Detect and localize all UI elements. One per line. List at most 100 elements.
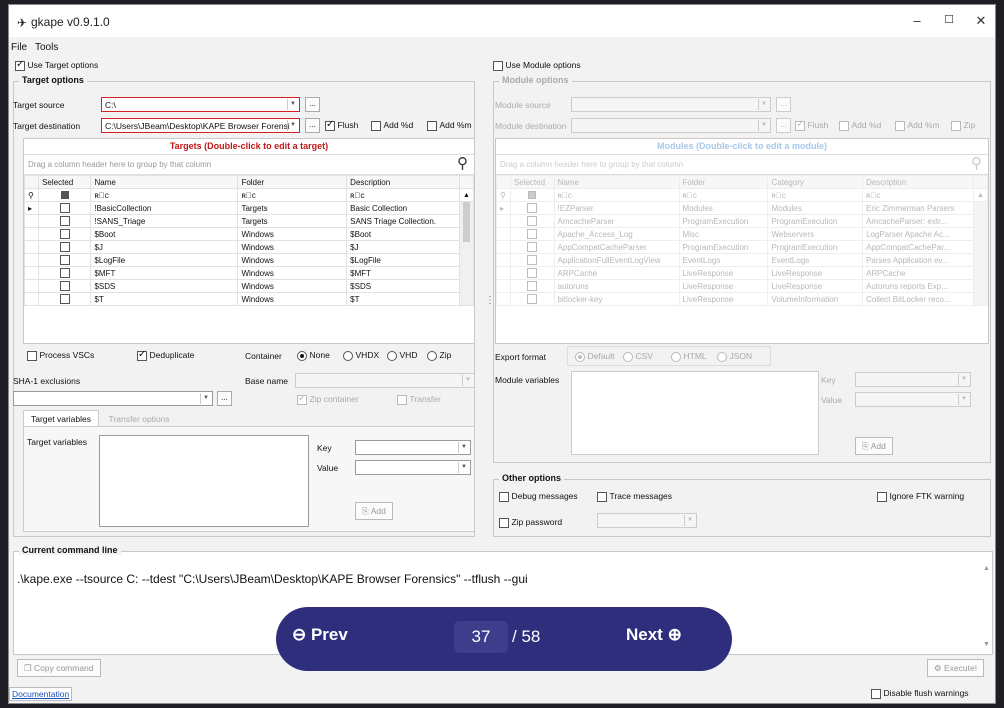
- module-flush-option[interactable]: Flush: [795, 119, 828, 131]
- column-header-selected[interactable]: Selected: [38, 175, 92, 189]
- export-csv-option[interactable]: CSV: [623, 351, 653, 362]
- prev-button[interactable]: ⊖ Prev: [292, 625, 348, 645]
- column-header-name[interactable]: Name: [553, 175, 680, 189]
- module-add-d-option[interactable]: Add %d: [839, 120, 881, 131]
- zip-container-option[interactable]: Zip container: [297, 393, 359, 405]
- table-row[interactable]: !SANS_Triage Targets SANS Triage Collectio…: [24, 214, 474, 228]
- menu-tools[interactable]: Tools: [35, 42, 58, 53]
- ignore-ftk-checkbox[interactable]: [877, 491, 887, 502]
- target-add-m-option[interactable]: Add %m: [427, 120, 472, 131]
- sha1-browse-button[interactable]: ...: [217, 391, 232, 406]
- chevron-down-icon[interactable]: ▼: [458, 462, 469, 473]
- table-row[interactable]: $J Windows $J: [24, 240, 474, 254]
- table-row[interactable]: ▸ !EZParser Modules Modules Eric Zimmerman P…: [496, 201, 988, 306]
- module-source-browse-button[interactable]: ...: [776, 97, 791, 112]
- trace-messages-option[interactable]: Trace messages: [597, 491, 672, 502]
- deduplicate-checkbox[interactable]: [137, 349, 147, 361]
- row-checkbox[interactable]: [527, 242, 538, 252]
- search-icon[interactable]: ⚲: [457, 154, 468, 174]
- next-button[interactable]: Next ⊕: [626, 625, 682, 645]
- filter-cell-name[interactable]: ʀ⃞c: [553, 188, 680, 202]
- minimize-button[interactable]: –: [905, 13, 929, 31]
- select-all-checkbox[interactable]: [60, 191, 69, 200]
- row-checkbox[interactable]: [527, 255, 538, 265]
- row-checkbox[interactable]: [59, 203, 70, 213]
- export-json-radio[interactable]: [717, 351, 727, 362]
- debug-messages-checkbox[interactable]: [499, 491, 509, 502]
- target-key-input[interactable]: ▼: [355, 440, 471, 455]
- disable-flush-warnings-checkbox[interactable]: [871, 688, 881, 699]
- table-row[interactable]: autoruns LiveResponse LiveResponse Autoruns…: [496, 279, 988, 293]
- container-vhdx-option[interactable]: VHDX: [343, 350, 379, 361]
- debug-messages-option[interactable]: Debug messages: [499, 491, 578, 502]
- copy-command-button[interactable]: ❐ Copy command: [17, 659, 101, 677]
- zip-password-input[interactable]: ▼: [597, 513, 697, 528]
- module-variables-list[interactable]: [571, 371, 819, 455]
- scroll-up-icon[interactable]: ▲: [458, 188, 474, 202]
- zip-container-checkbox[interactable]: [297, 393, 307, 405]
- module-flush-checkbox[interactable]: [795, 119, 805, 131]
- container-none-option[interactable]: None: [297, 350, 330, 361]
- tab-target-variables[interactable]: Target variables: [23, 410, 100, 427]
- module-destination-browse-button[interactable]: ...: [776, 118, 791, 133]
- process-vscs-option[interactable]: Process VSCs: [27, 350, 94, 361]
- tab-transfer-options[interactable]: Transfer options: [101, 411, 177, 427]
- filter-cell-folder[interactable]: ʀ⃞c: [678, 188, 769, 202]
- target-flush-option[interactable]: Flush: [325, 119, 358, 131]
- command-line-text[interactable]: .\kape.exe --tsource C: --tdest "C:\User…: [17, 572, 528, 586]
- table-row[interactable]: AppCompatCacheParser ProgramExecution Prog…: [496, 240, 988, 254]
- table-row[interactable]: $MFT Windows $MFT: [24, 266, 474, 280]
- scroll-down-icon[interactable]: ▼: [983, 641, 990, 648]
- process-vscs-checkbox[interactable]: [27, 350, 37, 361]
- target-source-input[interactable]: C:\ ▼: [101, 97, 300, 112]
- target-value-input[interactable]: ▼: [355, 460, 471, 475]
- table-row[interactable]: $T Windows $T: [24, 292, 474, 306]
- column-header-description[interactable]: Description: [346, 175, 460, 189]
- zip-password-option[interactable]: Zip password: [499, 517, 562, 528]
- export-default-radio[interactable]: [575, 351, 585, 362]
- target-add-button[interactable]: ⎘ Add: [355, 502, 393, 520]
- container-vhdx-radio[interactable]: [343, 350, 353, 361]
- use-module-checkbox[interactable]: [493, 60, 503, 71]
- column-header-category[interactable]: Category: [767, 175, 864, 189]
- vertical-scrollbar[interactable]: [973, 201, 988, 306]
- execute-button[interactable]: ⚙ Execute!: [927, 659, 985, 677]
- deduplicate-option[interactable]: Deduplicate: [137, 349, 194, 361]
- row-checkbox[interactable]: [527, 268, 538, 278]
- container-vhd-radio[interactable]: [387, 350, 397, 361]
- table-row[interactable]: AmcacheParser ProgramExecution ProgramExec…: [496, 214, 988, 228]
- table-row[interactable]: ARPCache LiveResponse LiveResponse ARPCache: [496, 266, 988, 280]
- use-target-checkbox[interactable]: [15, 59, 25, 71]
- row-checkbox[interactable]: [59, 216, 70, 226]
- target-add-d-option[interactable]: Add %d: [371, 120, 413, 131]
- transfer-option[interactable]: Transfer: [397, 394, 441, 405]
- chevron-down-icon[interactable]: ▼: [684, 515, 695, 526]
- row-checkbox[interactable]: [527, 229, 538, 239]
- sha1-exclusions-input[interactable]: ▼: [13, 391, 213, 406]
- filter-cell-description[interactable]: ʀ⃞c: [346, 188, 460, 202]
- scroll-up-icon[interactable]: ▲: [973, 188, 988, 202]
- row-checkbox[interactable]: [59, 294, 70, 304]
- column-header-name[interactable]: Name: [90, 175, 239, 189]
- transfer-checkbox[interactable]: [397, 394, 407, 405]
- table-row[interactable]: ApplicationFullEventLogView EventLogs Even…: [496, 253, 988, 267]
- targets-group-panel[interactable]: Drag a column header here to group by th…: [24, 155, 474, 175]
- table-row[interactable]: bitlocker-key LiveResponse VolumeInformati…: [496, 292, 988, 306]
- maximize-button[interactable]: ☐: [937, 13, 961, 31]
- export-html-radio[interactable]: [671, 351, 681, 362]
- chevron-down-icon[interactable]: ▼: [458, 442, 469, 453]
- column-header-description[interactable]: Description: [862, 175, 975, 189]
- disable-flush-warnings-option[interactable]: Disable flush warnings: [871, 688, 969, 699]
- row-checkbox[interactable]: [59, 281, 70, 291]
- page-number-input[interactable]: 37: [454, 621, 508, 653]
- vertical-scrollbar[interactable]: [458, 201, 474, 306]
- menu-file[interactable]: File: [11, 42, 27, 53]
- modules-group-panel[interactable]: Drag a column header here to group by th…: [496, 155, 988, 175]
- container-zip-option[interactable]: Zip: [427, 350, 451, 361]
- chevron-down-icon[interactable]: ▼: [287, 99, 298, 110]
- module-source-input[interactable]: ▼: [571, 97, 771, 112]
- container-none-radio[interactable]: [297, 350, 307, 361]
- module-zip-option[interactable]: Zip: [951, 120, 975, 131]
- table-row[interactable]: $LogFile Windows $LogFile: [24, 253, 474, 267]
- close-button[interactable]: ✕: [969, 13, 993, 31]
